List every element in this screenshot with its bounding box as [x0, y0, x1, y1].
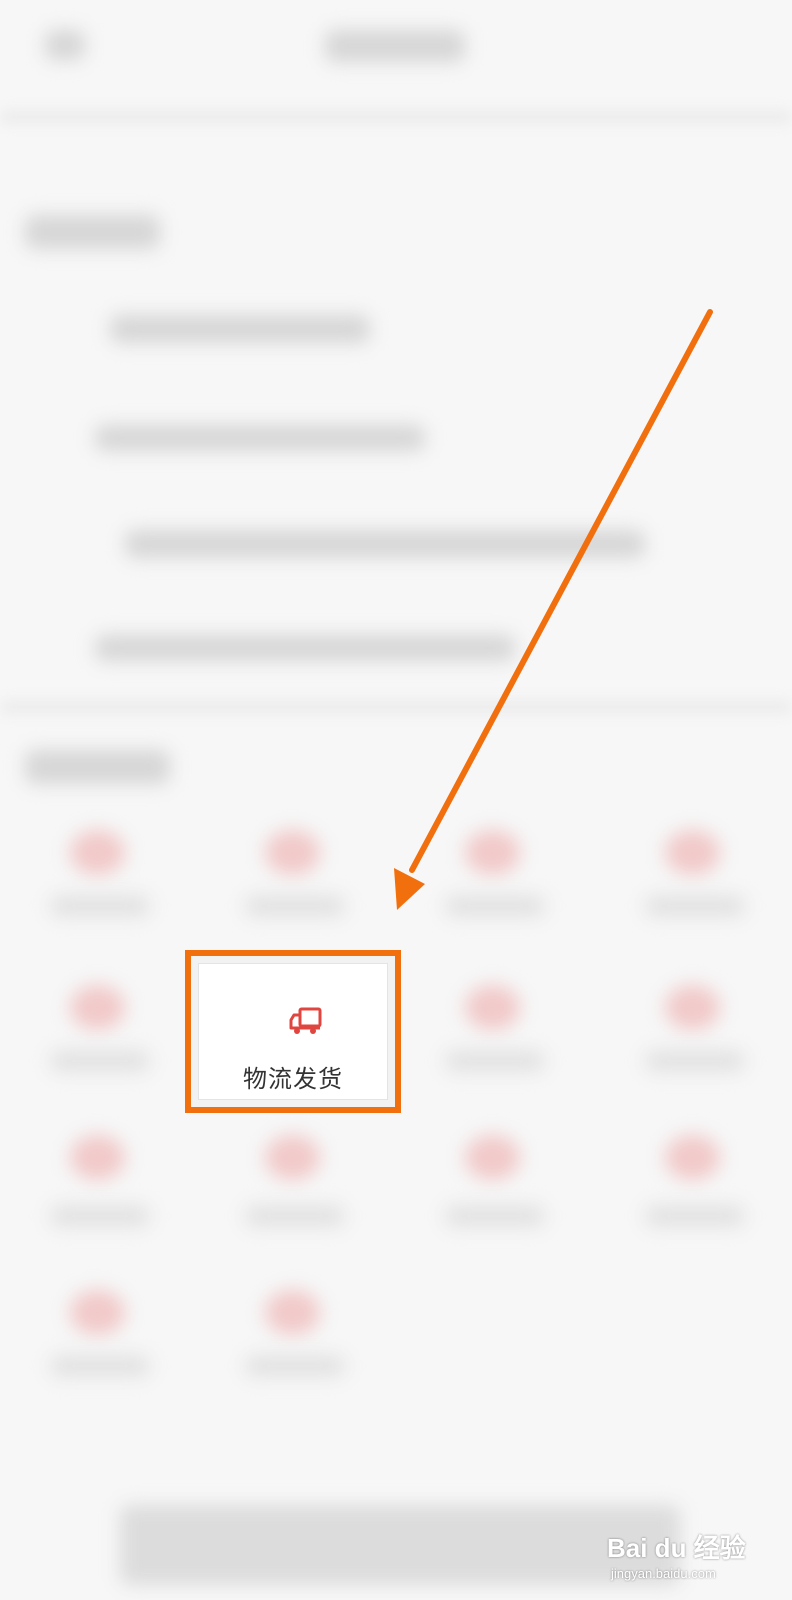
watermark-url: jingyan.baidu.com: [611, 1566, 716, 1581]
baidu-jingyan-watermark: Bai du 经验 jingyan.baidu.com: [605, 1522, 775, 1588]
pointer-arrow: [394, 309, 713, 910]
watermark-logo: Bai du 经验: [607, 1533, 746, 1563]
